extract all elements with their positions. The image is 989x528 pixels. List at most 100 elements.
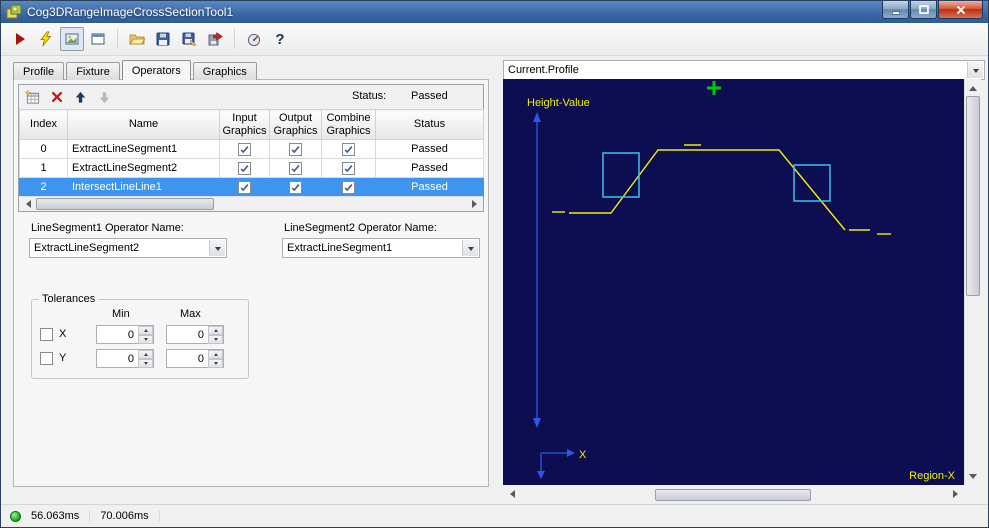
display-horizontal-scrollbar[interactable] — [503, 487, 964, 503]
combine-graphics-checkbox[interactable] — [342, 142, 355, 156]
cell-input[interactable] — [219, 158, 270, 178]
delete-operator-button[interactable] — [47, 88, 66, 107]
tolerance-y-max-input[interactable] — [168, 351, 206, 366]
spin-up-icon[interactable] — [138, 326, 153, 335]
scroll-right-arrow[interactable] — [948, 487, 964, 501]
tolerance-y-checkbox[interactable] — [40, 351, 53, 365]
cell-output[interactable] — [269, 177, 322, 197]
move-up-button[interactable] — [71, 88, 90, 107]
combine-graphics-checkbox[interactable] — [342, 180, 355, 194]
status-value: Passed — [411, 90, 448, 102]
tool-settings-button[interactable] — [242, 27, 266, 51]
tolerance-y-min-spinner[interactable] — [96, 349, 154, 368]
input-graphics-checkbox[interactable] — [238, 180, 251, 194]
cell-name[interactable]: ExtractLineSegment2 — [67, 158, 220, 178]
spin-down-icon[interactable] — [208, 335, 223, 344]
help-button[interactable]: ? — [268, 27, 292, 51]
cell-name[interactable]: ExtractLineSegment1 — [67, 139, 220, 159]
add-operator-button[interactable] — [23, 88, 42, 107]
close-button[interactable] — [938, 1, 983, 19]
tab-fixture[interactable]: Fixture — [66, 62, 120, 80]
grid-row[interactable]: 2 IntersectLineLine1 Passed — [19, 177, 484, 197]
tolerance-x-checkbox[interactable] — [40, 327, 53, 341]
spin-down-icon[interactable] — [138, 335, 153, 344]
tolerance-x-max-input[interactable] — [168, 327, 206, 342]
arrow-down-icon — [99, 91, 110, 103]
tolerance-x-min-input[interactable] — [98, 327, 136, 342]
dropdown-arrow-icon[interactable] — [462, 240, 478, 256]
save-button[interactable] — [151, 27, 175, 51]
spin-up-icon[interactable] — [208, 326, 223, 335]
spin-down-icon[interactable] — [138, 359, 153, 368]
save-as-button[interactable] — [177, 27, 201, 51]
output-graphics-checkbox[interactable] — [289, 161, 302, 175]
cell-output[interactable] — [269, 158, 322, 178]
cell-index[interactable]: 2 — [19, 177, 68, 197]
linesegment1-operator-combo[interactable]: ExtractLineSegment2 — [29, 238, 227, 258]
grid-row[interactable]: 1 ExtractLineSegment2 Passed — [19, 158, 484, 178]
column-header-status[interactable]: Status — [375, 109, 484, 140]
grid-row[interactable]: 0 ExtractLineSegment1 Passed — [19, 139, 484, 159]
run-button[interactable] — [8, 27, 32, 51]
column-header-input[interactable]: Input Graphics — [219, 109, 270, 140]
display-source-combo[interactable]: Current.Profile — [503, 60, 985, 80]
tab-profile[interactable]: Profile — [13, 62, 65, 80]
input-graphics-checkbox[interactable] — [238, 142, 251, 156]
cell-status: Passed — [375, 158, 484, 178]
tolerance-x-min-spinner[interactable] — [96, 325, 154, 344]
tolerance-x-max-spinner[interactable] — [166, 325, 224, 344]
cell-output[interactable] — [269, 139, 322, 159]
tab-operators[interactable]: Operators — [121, 60, 191, 80]
column-header-index[interactable]: Index — [19, 109, 68, 140]
tolerance-y-max-spinner[interactable] — [166, 349, 224, 368]
column-header-name[interactable]: Name — [67, 109, 220, 140]
move-down-button[interactable] — [95, 88, 114, 107]
scroll-down-arrow[interactable] — [965, 469, 981, 485]
cell-index[interactable]: 1 — [19, 158, 68, 178]
float-display-button[interactable] — [86, 27, 110, 51]
scroll-up-arrow[interactable] — [965, 79, 981, 95]
output-graphics-checkbox[interactable] — [289, 142, 302, 156]
cell-name[interactable]: IntersectLineLine1 — [67, 177, 220, 197]
combine-graphics-checkbox[interactable] — [342, 161, 355, 175]
cell-input[interactable] — [219, 139, 270, 159]
cell-input[interactable] — [219, 177, 270, 197]
window-icon — [91, 33, 105, 45]
cell-combine[interactable] — [321, 177, 376, 197]
output-graphics-checkbox[interactable] — [289, 180, 302, 194]
display-vertical-scrollbar[interactable] — [964, 79, 981, 485]
scrollbar-thumb[interactable] — [966, 96, 980, 296]
profile-display[interactable]: Height-Value Region-X X — [503, 79, 964, 485]
input-graphics-checkbox[interactable] — [238, 161, 251, 175]
scroll-left-arrow[interactable] — [503, 487, 519, 501]
column-header-output[interactable]: Output Graphics — [269, 109, 322, 140]
dropdown-arrow-icon[interactable] — [967, 62, 983, 78]
run-electric-button[interactable] — [34, 27, 58, 51]
spin-down-icon[interactable] — [208, 359, 223, 368]
spin-up-icon[interactable] — [208, 350, 223, 359]
cell-index[interactable]: 0 — [19, 139, 68, 159]
tolerance-row: X — [40, 324, 66, 344]
cell-combine[interactable] — [321, 139, 376, 159]
open-file-button[interactable] — [125, 27, 149, 51]
export-button[interactable] — [203, 27, 227, 51]
scrollbar-thumb[interactable] — [655, 489, 811, 501]
minimize-button[interactable] — [882, 1, 909, 19]
status-label: Status: — [352, 90, 387, 102]
titlebar[interactable]: Cog3DRangeImageCrossSectionTool1 — [1, 1, 988, 23]
maximize-button[interactable] — [910, 1, 937, 19]
tolerance-y-min-input[interactable] — [98, 351, 136, 366]
scrollbar-thumb[interactable] — [36, 198, 214, 210]
linesegment2-operator-combo[interactable]: ExtractLineSegment1 — [282, 238, 480, 258]
floppy-pencil-icon — [182, 32, 197, 47]
show-result-image-toggle[interactable] — [60, 27, 84, 51]
cell-combine[interactable] — [321, 158, 376, 178]
scroll-right-arrow[interactable] — [467, 197, 483, 211]
dropdown-arrow-icon[interactable] — [209, 240, 225, 256]
grid-horizontal-scrollbar[interactable] — [19, 196, 483, 211]
combo1-value: ExtractLineSegment2 — [34, 242, 140, 254]
column-header-combine[interactable]: Combine Graphics — [321, 109, 376, 140]
scroll-left-arrow[interactable] — [19, 197, 35, 211]
spin-up-icon[interactable] — [138, 350, 153, 359]
tab-graphics[interactable]: Graphics — [192, 62, 257, 80]
